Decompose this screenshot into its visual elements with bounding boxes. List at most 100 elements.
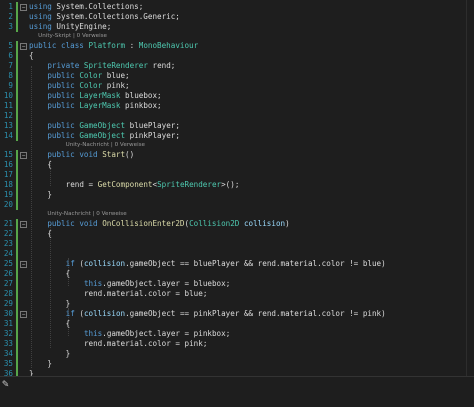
line-number: 30 (3, 309, 13, 318)
code-line[interactable]: 26 { (0, 269, 474, 279)
collapse-icon[interactable]: − (20, 4, 27, 11)
line-number: 28 (3, 289, 13, 298)
code-text: rend = GetComponent<SpriteRenderer>(); (66, 180, 240, 190)
code-line[interactable]: 31 { (0, 319, 474, 329)
code-token: .gameObject == bluePlayer && rend.materi… (125, 259, 386, 268)
line-number: 19 (3, 190, 13, 199)
code-text: public LayerMask pinkbox; (47, 101, 161, 111)
collapse-icon[interactable]: − (20, 221, 27, 228)
code-line[interactable]: 13 public GameObject bluePlayer; (0, 121, 474, 131)
code-token: collision (243, 219, 286, 228)
code-line[interactable]: 9 public Color pink; (0, 81, 474, 91)
code-line[interactable]: 1− using System.Collections; (0, 2, 474, 12)
code-token: public (47, 121, 75, 130)
code-line[interactable]: 33 rend.material.color = pink; (0, 339, 474, 349)
code-text: { (47, 160, 52, 170)
code-line[interactable]: 29} (0, 299, 474, 309)
code-text: using System.Collections.Generic; (29, 12, 180, 22)
code-line[interactable]: 17 (0, 170, 474, 180)
code-token: { (65, 319, 71, 328)
change-marker (16, 51, 18, 61)
code-line[interactable]: 27 this.gameObject.layer = bluebox; (0, 279, 474, 289)
code-token: if (65, 309, 75, 318)
code-text: public GameObject bluePlayer; (47, 121, 180, 131)
line-number: 29 (3, 299, 13, 308)
change-marker (16, 170, 18, 180)
line-number: 5 (8, 41, 13, 50)
line-number: 8 (8, 71, 13, 80)
change-marker (16, 289, 18, 299)
code-line[interactable]: 14 public GameObject pinkPlayer; (0, 131, 474, 141)
code-line[interactable]: 5− public class Platform : MonoBehaviour (0, 41, 474, 51)
code-text: if (collision.gameObject == pinkPlayer &… (66, 309, 386, 319)
line-number: 17 (3, 170, 13, 179)
line-number: 35 (3, 359, 13, 368)
line-number: 9 (8, 81, 13, 90)
code-text: if (collision.gameObject == bluePlayer &… (66, 259, 386, 269)
change-marker (16, 150, 18, 160)
code-token: Platform (88, 41, 126, 50)
line-number: 24 (3, 249, 13, 258)
code-token: using (29, 2, 52, 11)
code-token: private (47, 61, 80, 70)
code-token: ( (74, 259, 84, 268)
codelens-hint[interactable]: Unity-Nachricht | 0 Verweise (0, 141, 474, 149)
change-marker (16, 91, 18, 101)
code-line[interactable]: 22 { (0, 229, 474, 239)
change-marker (16, 319, 18, 329)
codelens-hint[interactable]: Unity-Nachricht | 0 Verweise (0, 210, 474, 218)
code-line[interactable]: 21− public void OnCollisionEnter2D(Collis… (0, 219, 474, 229)
code-line[interactable]: 24 (0, 249, 474, 259)
code-editor[interactable]: 1− using System.Collections; 2 using System… (0, 0, 474, 388)
code-line[interactable]: 18 rend = GetComponent<SpriteRenderer>(); (0, 180, 474, 190)
code-text: rend.material.color = blue; (84, 289, 207, 299)
codelens-text: Unity-Nachricht | 0 Verweise (47, 211, 127, 217)
collapse-icon[interactable]: − (20, 43, 27, 50)
code-token: } (65, 349, 71, 358)
line-number: 32 (3, 329, 13, 338)
code-token: GameObject (79, 131, 126, 140)
change-marker (16, 279, 18, 289)
code-text: using UnityEngine; (29, 22, 111, 32)
code-text: } (47, 359, 52, 369)
code-line[interactable]: 6{ (0, 51, 474, 61)
line-number: 26 (3, 269, 13, 278)
code-token: if (65, 259, 75, 268)
code-line[interactable]: 30− if (collision.gameObject == pinkPlaye… (0, 309, 474, 319)
code-line[interactable]: 28 rend.material.color = blue; (0, 289, 474, 299)
collapse-icon[interactable]: − (20, 152, 27, 159)
code-token: MonoBehaviour (138, 41, 199, 50)
collapse-icon[interactable]: − (20, 261, 27, 268)
code-token: System.Collections.Generic; (51, 12, 180, 21)
line-number: 23 (3, 239, 13, 248)
code-line[interactable]: 20 (0, 200, 474, 210)
code-line[interactable]: 8 public Color blue; (0, 71, 474, 81)
code-line[interactable]: 34} (0, 349, 474, 359)
code-token: GameObject (79, 121, 126, 130)
code-line[interactable]: 32 this.gameObject.layer = pinkbox; (0, 329, 474, 339)
collapse-icon[interactable]: − (20, 311, 27, 318)
pencil-icon[interactable]: ✎ (2, 378, 14, 390)
code-line[interactable]: 2 using System.Collections.Generic; (0, 12, 474, 22)
vertical-scrollbar[interactable] (466, 0, 474, 376)
code-line[interactable]: 3 using UnityEngine; (0, 22, 474, 32)
code-line[interactable]: 7 private SpriteRenderer rend; (0, 61, 474, 71)
code-line[interactable]: 12 (0, 111, 474, 121)
code-token: pink; (102, 81, 130, 90)
code-line[interactable]: 35} (0, 359, 474, 369)
codelens-hint[interactable]: Unity-Skript | 0 Verweise (0, 32, 474, 40)
code-line[interactable]: 25− if (collision.gameObject == bluePlaye… (0, 259, 474, 269)
code-text: { (66, 269, 71, 279)
code-line[interactable]: 11 public LayerMask pinkbox; (0, 101, 474, 111)
code-text: public void OnCollisionEnter2D(Collision… (47, 219, 289, 229)
code-line[interactable]: 16 { (0, 160, 474, 170)
code-token: public (47, 91, 75, 100)
line-number: 2 (8, 12, 13, 21)
code-line[interactable]: 23 (0, 239, 474, 249)
code-line[interactable]: 19} (0, 190, 474, 200)
code-line[interactable]: 10 public LayerMask bluebox; (0, 91, 474, 101)
code-token: collision (83, 259, 126, 268)
code-token: } (65, 299, 71, 308)
code-text: public Color pink; (47, 81, 129, 91)
code-line[interactable]: 15− public void Start() (0, 150, 474, 160)
